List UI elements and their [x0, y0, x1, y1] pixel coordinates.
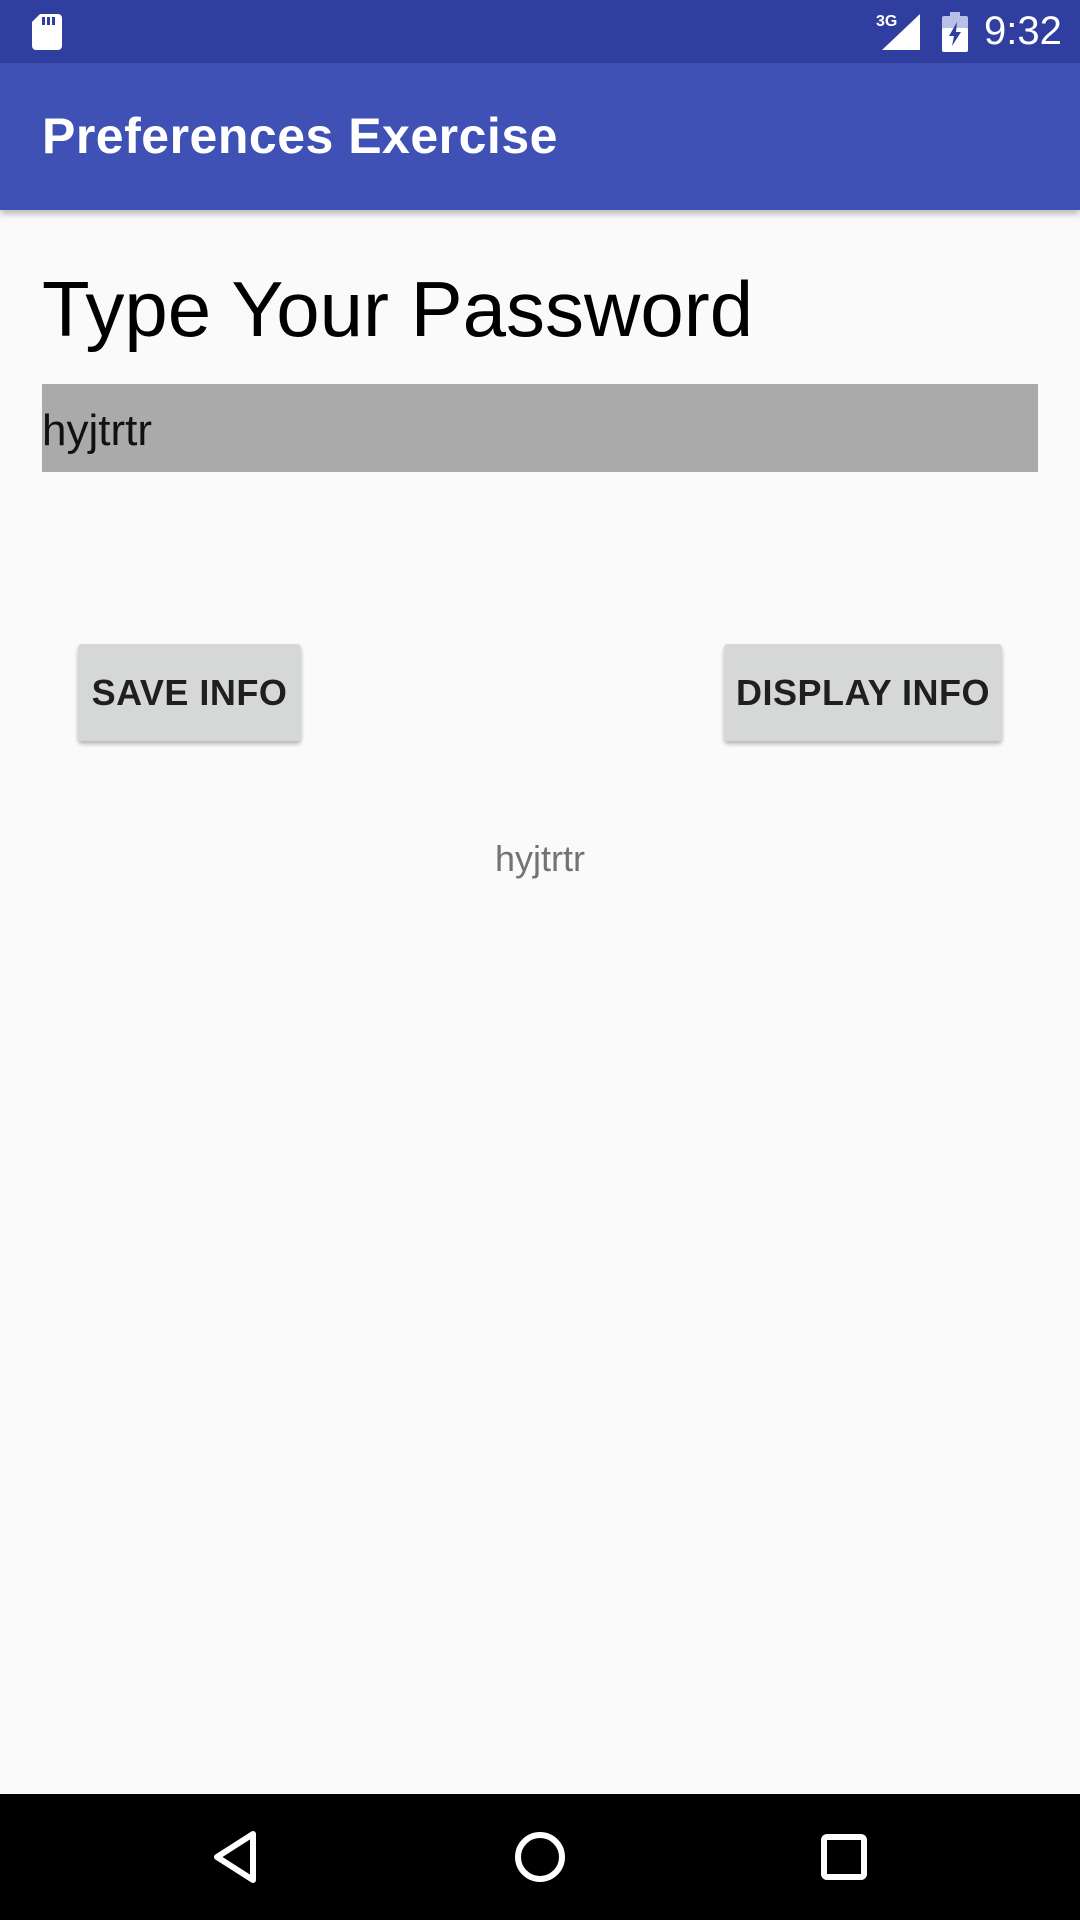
recents-icon[interactable] [811, 1824, 877, 1890]
password-heading: Type Your Password [42, 265, 754, 353]
battery-charging-icon [942, 12, 968, 52]
back-icon[interactable] [203, 1824, 269, 1890]
signal-icon: 3G [876, 13, 920, 50]
clock: 9:32 [984, 9, 1062, 53]
save-info-button[interactable]: SAVE INFO [78, 644, 301, 741]
network-type-label: 3G [876, 13, 897, 30]
status-bar: 3G 9:32 [0, 0, 1080, 63]
navigation-bar [0, 1794, 1080, 1920]
app-bar: Preferences Exercise [0, 63, 1080, 210]
display-info-button[interactable]: DISPLAY INFO [724, 644, 1002, 741]
sd-card-icon [32, 14, 62, 50]
password-input[interactable] [42, 384, 1038, 472]
home-icon[interactable] [507, 1824, 573, 1890]
result-text: hyjtrtr [495, 838, 585, 879]
app-title: Preferences Exercise [42, 108, 558, 164]
